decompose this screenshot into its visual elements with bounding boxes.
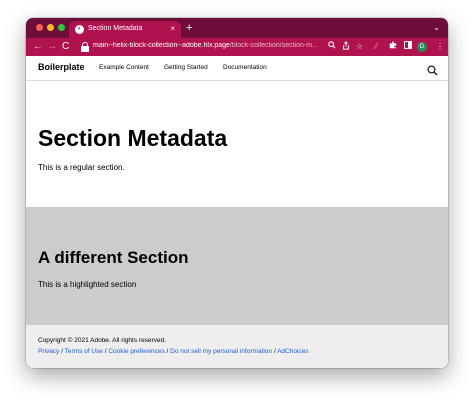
footer-link-privacy[interactable]: Privacy <box>38 348 59 355</box>
close-window-button[interactable] <box>36 24 43 31</box>
extensions-puzzle-icon[interactable] <box>389 41 397 53</box>
more-menu-icon[interactable]: ⋮ <box>436 41 444 53</box>
tab-strip: ◐ Section Metadata × + ⌄ <box>26 18 448 38</box>
nav-getting-started[interactable]: Getting Started <box>164 64 208 71</box>
new-tab-button[interactable]: + <box>186 21 192 35</box>
nav-documentation[interactable]: Documentation <box>223 64 267 71</box>
forward-button[interactable]: → <box>47 41 57 53</box>
url-host: main--helix-block-collection--adobe.hlx.… <box>93 42 230 49</box>
tab-title: Section Metadata <box>88 25 143 32</box>
favicon-icon: ◐ <box>75 25 84 34</box>
bookmark-star-icon[interactable]: ☆ <box>356 41 363 53</box>
section-text: This is a highlighted section <box>38 280 137 289</box>
search-icon[interactable] <box>427 63 438 76</box>
profile-avatar[interactable]: D <box>417 42 427 52</box>
footer-link-terms[interactable]: Terms of Use <box>65 348 103 355</box>
extension-icon[interactable]: ⁄⁄ <box>375 41 378 53</box>
section-heading: A different Section <box>38 248 189 267</box>
footer-links: Privacy / Terms of Use / Cookie preferen… <box>38 348 309 355</box>
lock-icon[interactable] <box>81 42 89 52</box>
browser-window: ◐ Section Metadata × + ⌄ ← → C main--hel… <box>26 18 448 368</box>
url-path: /block-collection/section-m... <box>229 42 318 49</box>
section-text: This is a regular section. <box>38 163 125 172</box>
highlighted-section: A different Section This is a highlighte… <box>26 207 448 325</box>
nav-example-content[interactable]: Example Content <box>99 64 149 71</box>
minimize-window-button[interactable] <box>47 24 54 31</box>
reload-button[interactable]: C <box>62 41 69 53</box>
side-panel-icon[interactable] <box>404 41 412 53</box>
maximize-window-button[interactable] <box>58 24 65 31</box>
zoom-icon[interactable] <box>328 41 336 53</box>
share-icon[interactable] <box>342 41 350 54</box>
footer-link-adchoices[interactable]: AdChoices <box>277 348 308 355</box>
tab-search-button[interactable]: ⌄ <box>433 22 440 34</box>
site-footer: Copyright © 2021 Adobe. All rights reser… <box>26 325 448 368</box>
page-title: Section Metadata <box>38 125 228 151</box>
footer-link-do-not-sell[interactable]: Do not sell my personal information <box>170 348 272 355</box>
back-button[interactable]: ← <box>33 41 43 53</box>
tab-section-metadata[interactable]: ◐ Section Metadata × <box>69 21 181 38</box>
site-brand[interactable]: Boilerplate <box>38 62 85 72</box>
tab-close-icon[interactable]: × <box>170 24 175 34</box>
footer-link-cookies[interactable]: Cookie preferences <box>108 348 164 355</box>
copyright-text: Copyright © 2021 Adobe. All rights reser… <box>38 337 167 344</box>
regular-section: Section Metadata This is a regular secti… <box>26 81 448 207</box>
browser-toolbar: ← → C main--helix-block-collection--adob… <box>26 38 448 56</box>
site-header: Boilerplate Example Content Getting Star… <box>26 56 448 81</box>
address-bar[interactable]: main--helix-block-collection--adobe.hlx.… <box>93 42 325 49</box>
